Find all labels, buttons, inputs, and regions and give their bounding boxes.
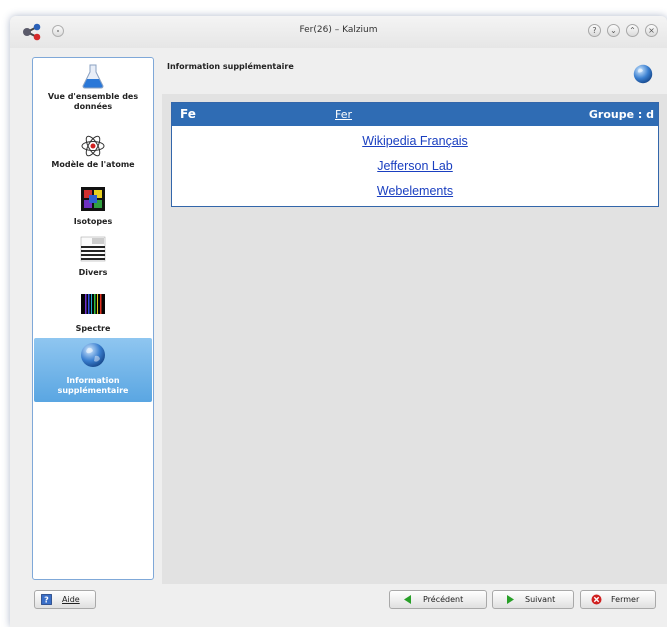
kalzium-window: Fer(26) – Kalzium ? ⌄ ⌃ × Vue d'ensemble… [10,16,667,627]
flask-icon [82,64,104,89]
sidebar-item-label: Modèle de l'atome [51,160,135,169]
wikipedia-link[interactable]: Wikipedia Français [172,134,658,148]
element-name-link[interactable]: Fer [335,108,352,121]
next-button[interactable]: Suivant [492,590,574,609]
maximize-button[interactable]: ⌃ [626,24,639,37]
sidebar-item-atom-model[interactable]: Modèle de l'atome [34,133,152,175]
next-button-label: Suivant [525,595,556,604]
previous-button-label: Précédent [423,595,464,604]
sidebar-item-misc[interactable]: Divers [34,236,152,284]
page-title: Information supplémentaire [167,62,294,71]
sidebar: Vue d'ensemble des données Modèle de l'a… [32,57,154,580]
sidebar-item-isotopes[interactable]: Isotopes [34,186,152,232]
sidebar-item-overview[interactable]: Vue d'ensemble des données [34,61,152,119]
globe-icon [633,64,653,84]
sidebar-item-label: Vue d'ensemble des données [47,92,139,111]
help-button-label: Aide [62,595,80,604]
sidebar-item-label: Information supplémentaire [57,376,129,395]
sidebar-item-label: Spectre [75,324,111,333]
spectrum-icon [81,294,105,314]
svg-text:?: ? [44,596,49,605]
globe-icon [81,343,105,367]
isotopes-icon [81,187,105,211]
jefferson-lab-link[interactable]: Jefferson Lab [172,159,658,173]
atom-icon [81,135,105,157]
help-titlebar-button[interactable]: ? [588,24,601,37]
arrow-right-icon [507,595,514,604]
misc-stripes-icon [80,236,106,262]
close-circle-icon [591,594,602,605]
question-icon: ? [592,26,597,35]
element-group: Groupe : d [588,108,654,121]
sidebar-item-extra-info[interactable]: Information supplémentaire [34,338,152,402]
window-title: Fer(26) – Kalzium [299,25,378,35]
close-button-label: Fermer [611,595,640,604]
element-header: Fe Fer Groupe : d [172,103,658,126]
chevron-down-icon: ⌄ [610,26,617,35]
help-button[interactable]: ? Aide [34,590,96,609]
close-icon: × [648,26,655,35]
help-book-icon: ? [41,594,52,605]
sidebar-item-label: Divers [78,268,108,277]
minimize-button[interactable]: ⌄ [607,24,620,37]
title-bar: Fer(26) – Kalzium ? ⌄ ⌃ × [10,16,667,48]
previous-button[interactable]: Précédent [389,590,487,609]
close-window-button[interactable]: × [645,24,658,37]
close-button[interactable]: Fermer [580,590,656,609]
sidebar-item-spectrum[interactable]: Spectre [34,291,152,337]
links-table: Fe Fer Groupe : d Wikipedia Français Jef… [171,102,659,207]
arrow-left-icon [404,595,411,604]
element-symbol: Fe [180,107,196,121]
chevron-up-icon: ⌃ [629,26,636,35]
webelements-link[interactable]: Webelements [172,184,658,198]
sidebar-item-label: Isotopes [73,217,113,226]
